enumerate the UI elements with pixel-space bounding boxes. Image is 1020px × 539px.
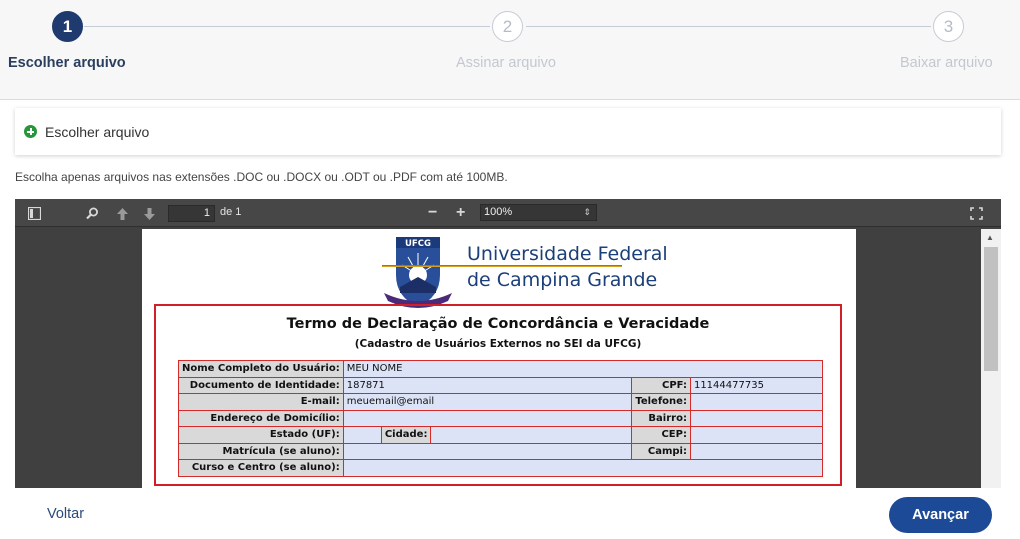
field-label: Cidade: (380, 426, 432, 444)
registration-form-table: Nome Completo do Usuário: MEU NOME Docum… (178, 360, 824, 477)
field-label: CEP: (631, 426, 691, 444)
choose-file-label: Escolher arquivo (45, 123, 150, 140)
university-line-1: Universidade Federal (467, 243, 668, 265)
field-value (342, 459, 824, 477)
table-row: E-mail: meuemail@email Telefone: (178, 393, 824, 411)
step-3-label: Baixar arquivo (900, 55, 993, 71)
table-row: Nome Completo do Usuário: MEU NOME (178, 360, 824, 378)
field-value (430, 426, 633, 444)
next-page-icon[interactable] (143, 199, 156, 227)
step-1-indicator: 1 (52, 11, 83, 42)
scroll-up-icon[interactable]: ▲ (986, 233, 994, 242)
stepper: 1 Escolher arquivo 2 Assinar arquivo 3 B… (0, 0, 1020, 100)
field-value (342, 442, 633, 460)
field-label: Campi: (631, 442, 691, 460)
field-value (689, 442, 824, 460)
step-2-indicator: 2 (492, 11, 523, 42)
step-1-label: Escolher arquivo (8, 55, 126, 71)
previous-page-icon[interactable] (116, 199, 129, 227)
field-label: Documento de Identidade: (178, 376, 344, 394)
zoom-in-icon[interactable]: + (456, 199, 465, 227)
field-value (689, 409, 824, 427)
pdf-scrollbar[interactable]: ▲ (981, 229, 1001, 488)
field-label: Telefone: (631, 393, 691, 411)
field-label: Matrícula (se aluno): (178, 442, 344, 460)
search-icon[interactable] (86, 199, 99, 227)
field-label: Estado (UF): (178, 426, 344, 444)
pdf-viewer: 1 de 1 − + 100% ⇕ UFCG Universidade Fede… (15, 199, 1001, 488)
scroll-thumb[interactable] (984, 247, 998, 371)
page-number-input[interactable]: 1 (168, 205, 215, 222)
field-label: CPF: (631, 376, 691, 394)
table-row: Matrícula (se aluno): Campi: (178, 442, 824, 460)
declaration-subtitle: (Cadastro de Usuários Externos no SEI da… (354, 338, 642, 350)
fullscreen-icon[interactable] (970, 199, 983, 227)
step-connector (84, 26, 490, 27)
page-count-label: de 1 (220, 206, 242, 218)
table-row: Documento de Identidade: 187871 CPF: 111… (178, 376, 824, 394)
field-value: 187871 (342, 376, 633, 394)
zoom-value: 100% (484, 206, 513, 218)
logo-text: UFCG (405, 239, 431, 249)
field-value: MEU NOME (342, 360, 824, 378)
field-value (342, 426, 382, 444)
field-value (689, 426, 824, 444)
table-row: Curso e Centro (se aluno): (178, 459, 824, 477)
university-name: Universidade Federal de Campina Grande (467, 241, 668, 293)
declaration-title: Termo de Declaração de Concordância e Ve… (286, 316, 710, 332)
next-button[interactable]: Avançar (889, 497, 992, 533)
file-extension-hint: Escolha apenas arquivos nas extensões .D… (15, 170, 508, 184)
step-3-indicator: 3 (933, 11, 964, 42)
zoom-out-icon[interactable]: − (428, 199, 437, 227)
field-value: 11144477735 (689, 376, 824, 394)
field-value: meuemail@email (342, 393, 633, 411)
field-label: Nome Completo do Usuário: (178, 360, 344, 378)
table-row: Estado (UF): Cidade: CEP: (178, 426, 824, 444)
field-label: Bairro: (631, 409, 691, 427)
field-value (342, 409, 633, 427)
plus-circle-icon (24, 125, 37, 138)
pdf-page: UFCG Universidade Federal de Campina Gra… (142, 229, 856, 488)
table-row: Endereço de Domicílio: Bairro: (178, 409, 824, 427)
field-label: E-mail: (178, 393, 344, 411)
step-2-label: Assinar arquivo (456, 55, 556, 71)
field-value (689, 393, 824, 411)
ufcg-logo: UFCG (384, 237, 452, 308)
chevron-updown-icon: ⇕ (583, 207, 591, 217)
university-line-2: de Campina Grande (467, 269, 658, 291)
field-label: Endereço de Domicílio: (178, 409, 344, 427)
step-connector (526, 26, 931, 27)
choose-file-button[interactable]: Escolher arquivo (15, 108, 1001, 155)
declaration-box: Termo de Declaração de Concordância e Ve… (154, 304, 842, 486)
zoom-select[interactable]: 100% ⇕ (480, 204, 597, 221)
field-label: Curso e Centro (se aluno): (178, 459, 344, 477)
sidebar-toggle-icon[interactable] (27, 199, 42, 227)
back-button[interactable]: Voltar (47, 506, 84, 522)
pdf-toolbar: 1 de 1 − + 100% ⇕ (15, 199, 1001, 227)
